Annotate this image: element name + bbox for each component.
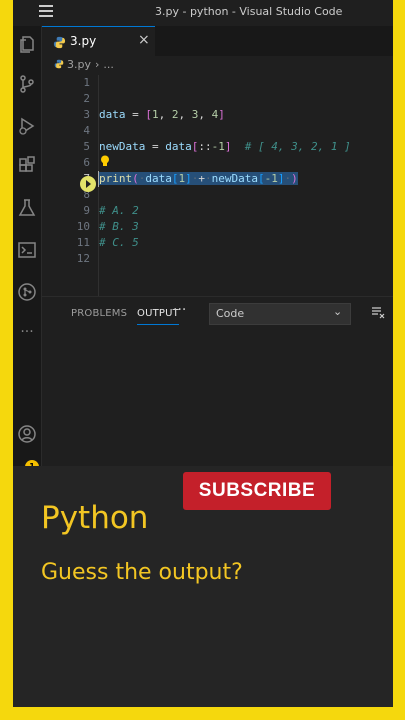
mouse-pointer-icon: [80, 176, 96, 192]
bottom-panel: PROBLEMS OUTPUT ··· Code ⌄: [42, 296, 393, 467]
editor-area: 3.py × 3.py ›... 1 2 3 data = [1, 2, 3, 4…: [42, 26, 393, 467]
line-number: 11: [76, 236, 90, 249]
line-number: 10: [76, 220, 90, 233]
run-debug-icon[interactable]: [17, 116, 37, 136]
line-number: 5: [83, 140, 90, 153]
breadcrumb-more[interactable]: ...: [103, 58, 114, 71]
code-text: newData = data[::-1] # [ 4, 3, 2, 1 ]: [99, 140, 351, 153]
code-line: 11 # C. 5: [42, 235, 393, 251]
code-line: 6: [42, 155, 393, 171]
explorer-icon[interactable]: [17, 34, 37, 54]
source-control-icon[interactable]: [17, 74, 37, 94]
extensions-icon[interactable]: [17, 156, 37, 176]
overlay-subheading: Guess the output?: [41, 560, 243, 585]
breadcrumb: 3.py ›...: [54, 58, 114, 74]
code-line: 2: [42, 91, 393, 107]
account-icon[interactable]: [17, 424, 37, 444]
breadcrumb-file[interactable]: 3.py: [67, 58, 91, 71]
line-number: 1: [83, 76, 90, 89]
menu-icon[interactable]: [39, 5, 53, 17]
activity-bar: ··· 1: [13, 26, 42, 474]
github-icon[interactable]: [17, 282, 37, 302]
title-bar: 3.py - python - Visual Studio Code: [13, 0, 393, 26]
code-line: 10 # B. 3: [42, 219, 393, 235]
text-caret: [98, 171, 99, 187]
lightbulb-icon[interactable]: [100, 155, 110, 167]
code-line: 1: [42, 75, 393, 91]
line-number: 4: [83, 124, 90, 137]
window-title: 3.py - python - Visual Studio Code: [155, 5, 343, 18]
more-icon[interactable]: ···: [173, 302, 186, 318]
line-number: 3: [83, 108, 90, 121]
code-line: 3 data = [1, 2, 3, 4]: [42, 107, 393, 123]
tab-problems[interactable]: PROBLEMS: [71, 308, 127, 319]
code-line: 9 # A. 2: [42, 203, 393, 219]
clear-output-icon[interactable]: [371, 305, 385, 319]
code-line: 5 newData = data[::-1] # [ 4, 3, 2, 1 ]: [42, 139, 393, 155]
more-icon[interactable]: ···: [17, 322, 37, 342]
python-file-icon: [53, 36, 66, 49]
vscode-window: 3.py - python - Visual Studio Code ··· 1: [13, 0, 393, 707]
tab-3py[interactable]: 3.py ×: [42, 26, 155, 57]
code-comment: # B. 3: [99, 220, 139, 233]
line-number: 12: [76, 252, 90, 265]
code-comment: # C. 5: [99, 236, 139, 249]
subscribe-button[interactable]: SUBSCRIBE: [183, 472, 331, 510]
code-text-selected: print(·data[1]·+·newData[-1]·): [99, 172, 298, 185]
line-number: 9: [83, 204, 90, 217]
promo-overlay: SUBSCRIBE Python Guess the output?: [13, 466, 393, 707]
terminal-icon[interactable]: [17, 240, 37, 260]
output-channel-value: Code: [216, 307, 245, 320]
output-channel-select[interactable]: Code ⌄: [209, 303, 351, 325]
tab-label: 3.py: [70, 34, 97, 48]
overlay-heading: Python: [41, 500, 149, 536]
line-number: 6: [83, 156, 90, 169]
code-line: 4: [42, 123, 393, 139]
editor-tabs: 3.py ×: [42, 26, 393, 57]
close-tab-icon[interactable]: ×: [138, 32, 150, 48]
python-file-icon: [54, 59, 64, 69]
code-text: data = [1, 2, 3, 4]: [99, 108, 225, 121]
code-line: 12: [42, 251, 393, 267]
chevron-down-icon: ⌄: [333, 305, 343, 318]
testing-icon[interactable]: [17, 198, 37, 218]
code-comment: # A. 2: [99, 204, 139, 217]
line-number: 2: [83, 92, 90, 105]
breadcrumb-separator: ›: [95, 58, 100, 71]
code-line: 8: [42, 187, 393, 203]
